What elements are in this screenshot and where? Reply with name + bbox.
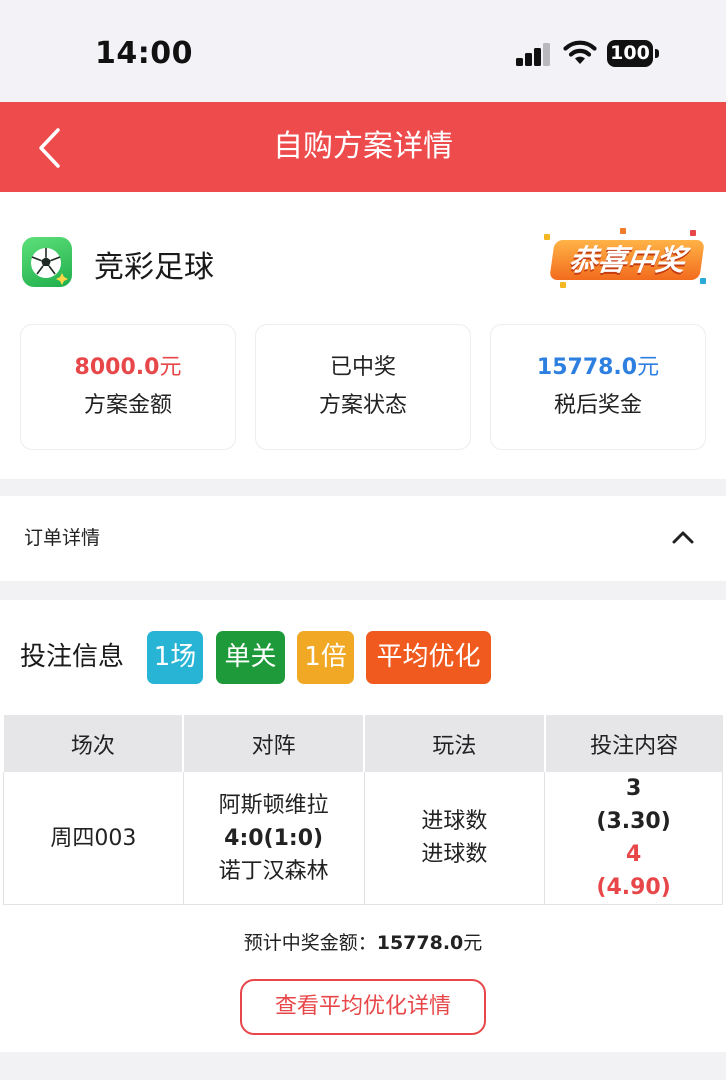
play-type-1: 进球数	[421, 809, 488, 834]
cellular-signal-icon	[516, 42, 552, 66]
view-optimization-details-button[interactable]: 查看平均优化详情	[240, 979, 486, 1035]
battery-level: 100	[610, 42, 650, 64]
bet-info-card: 投注信息 1场 单关 1倍 平均优化 场次 对阵 玩法 投注内容 周四003 阿…	[0, 600, 726, 1052]
play-type-2: 进球数	[421, 842, 488, 867]
expected-prize-unit: 元	[463, 932, 483, 954]
page-title: 自购方案详情	[273, 129, 453, 164]
match-score: 4:0(1:0)	[224, 825, 324, 851]
play-type-cell: 进球数 进球数	[363, 772, 546, 905]
winning-badge: 恭喜中奖	[540, 228, 710, 290]
plan-amount-value: 8000.0元	[74, 355, 182, 380]
stat-plan-amount: 8000.0元 方案金额	[20, 324, 236, 450]
tag-multiplier: 1倍	[297, 631, 354, 684]
bet-content-cell: 3 (3.30) 4 (4.90)	[544, 772, 723, 905]
chevron-up-icon[interactable]	[668, 522, 698, 552]
after-tax-prize-value: 15778.0元	[536, 355, 660, 380]
bet-table: 场次 对阵 玩法 投注内容 周四003 阿斯顿维拉 4:0(1:0) 诺丁汉森林…	[3, 715, 723, 905]
tag-average-optimization: 平均优化	[366, 631, 491, 684]
odds-1: (3.30)	[596, 809, 671, 834]
lottery-name: 竞彩足球	[94, 250, 214, 285]
chevron-left-icon	[39, 128, 60, 168]
nav-bar: 自购方案详情	[0, 102, 726, 192]
wifi-icon	[563, 40, 597, 64]
plan-amount-label: 方案金额	[83, 393, 172, 418]
tag-single: 单关	[216, 631, 285, 684]
tag-match-count: 1场	[147, 631, 203, 684]
away-team: 诺丁汉森林	[218, 858, 329, 884]
status-bar: 14:00 100	[0, 0, 726, 102]
bet-table-header: 场次 对阵 玩法 投注内容	[3, 715, 723, 772]
col-play-type: 玩法	[364, 715, 546, 772]
expected-prize-label: 预计中奖金额：	[243, 932, 377, 954]
expected-prize-value: 15778.0	[376, 932, 464, 954]
home-team: 阿斯顿维拉	[218, 792, 329, 818]
status-time: 14:00	[95, 36, 193, 71]
order-details-section[interactable]: 订单详情	[0, 496, 726, 581]
soccer-ball-icon	[22, 237, 72, 287]
battery-icon: 100	[607, 40, 659, 67]
odds-2-winning: (4.90)	[596, 875, 671, 900]
back-button[interactable]	[28, 120, 78, 176]
stat-after-tax-prize: 15778.0元 税后奖金	[490, 324, 706, 450]
col-fixture: 对阵	[183, 715, 366, 772]
expected-prize: 预计中奖金额：15778.0元	[0, 928, 726, 955]
col-match-no: 场次	[3, 715, 185, 772]
bet-info-title: 投注信息	[20, 642, 125, 672]
stat-plan-status: 已中奖 方案状态	[255, 324, 471, 450]
plan-status-value: 已中奖	[329, 355, 396, 380]
plan-status-label: 方案状态	[318, 393, 407, 418]
order-details-title: 订单详情	[24, 527, 101, 549]
winning-badge-text: 恭喜中奖	[549, 240, 705, 280]
col-bet-content: 投注内容	[544, 715, 723, 772]
pick-1: 3	[625, 776, 642, 801]
table-row: 周四003 阿斯顿维拉 4:0(1:0) 诺丁汉森林 进球数 进球数 3 (3.…	[3, 772, 723, 905]
match-no-cell: 周四003	[3, 772, 184, 905]
pick-2-winning: 4	[625, 842, 642, 867]
after-tax-prize-label: 税后奖金	[553, 393, 642, 418]
plan-summary-card: 竞彩足球 恭喜中奖 8000.0元 方案金额 已中奖 方案状态 15778.0元…	[0, 192, 726, 479]
fixture-cell: 阿斯顿维拉 4:0(1:0) 诺丁汉森林	[182, 772, 365, 905]
